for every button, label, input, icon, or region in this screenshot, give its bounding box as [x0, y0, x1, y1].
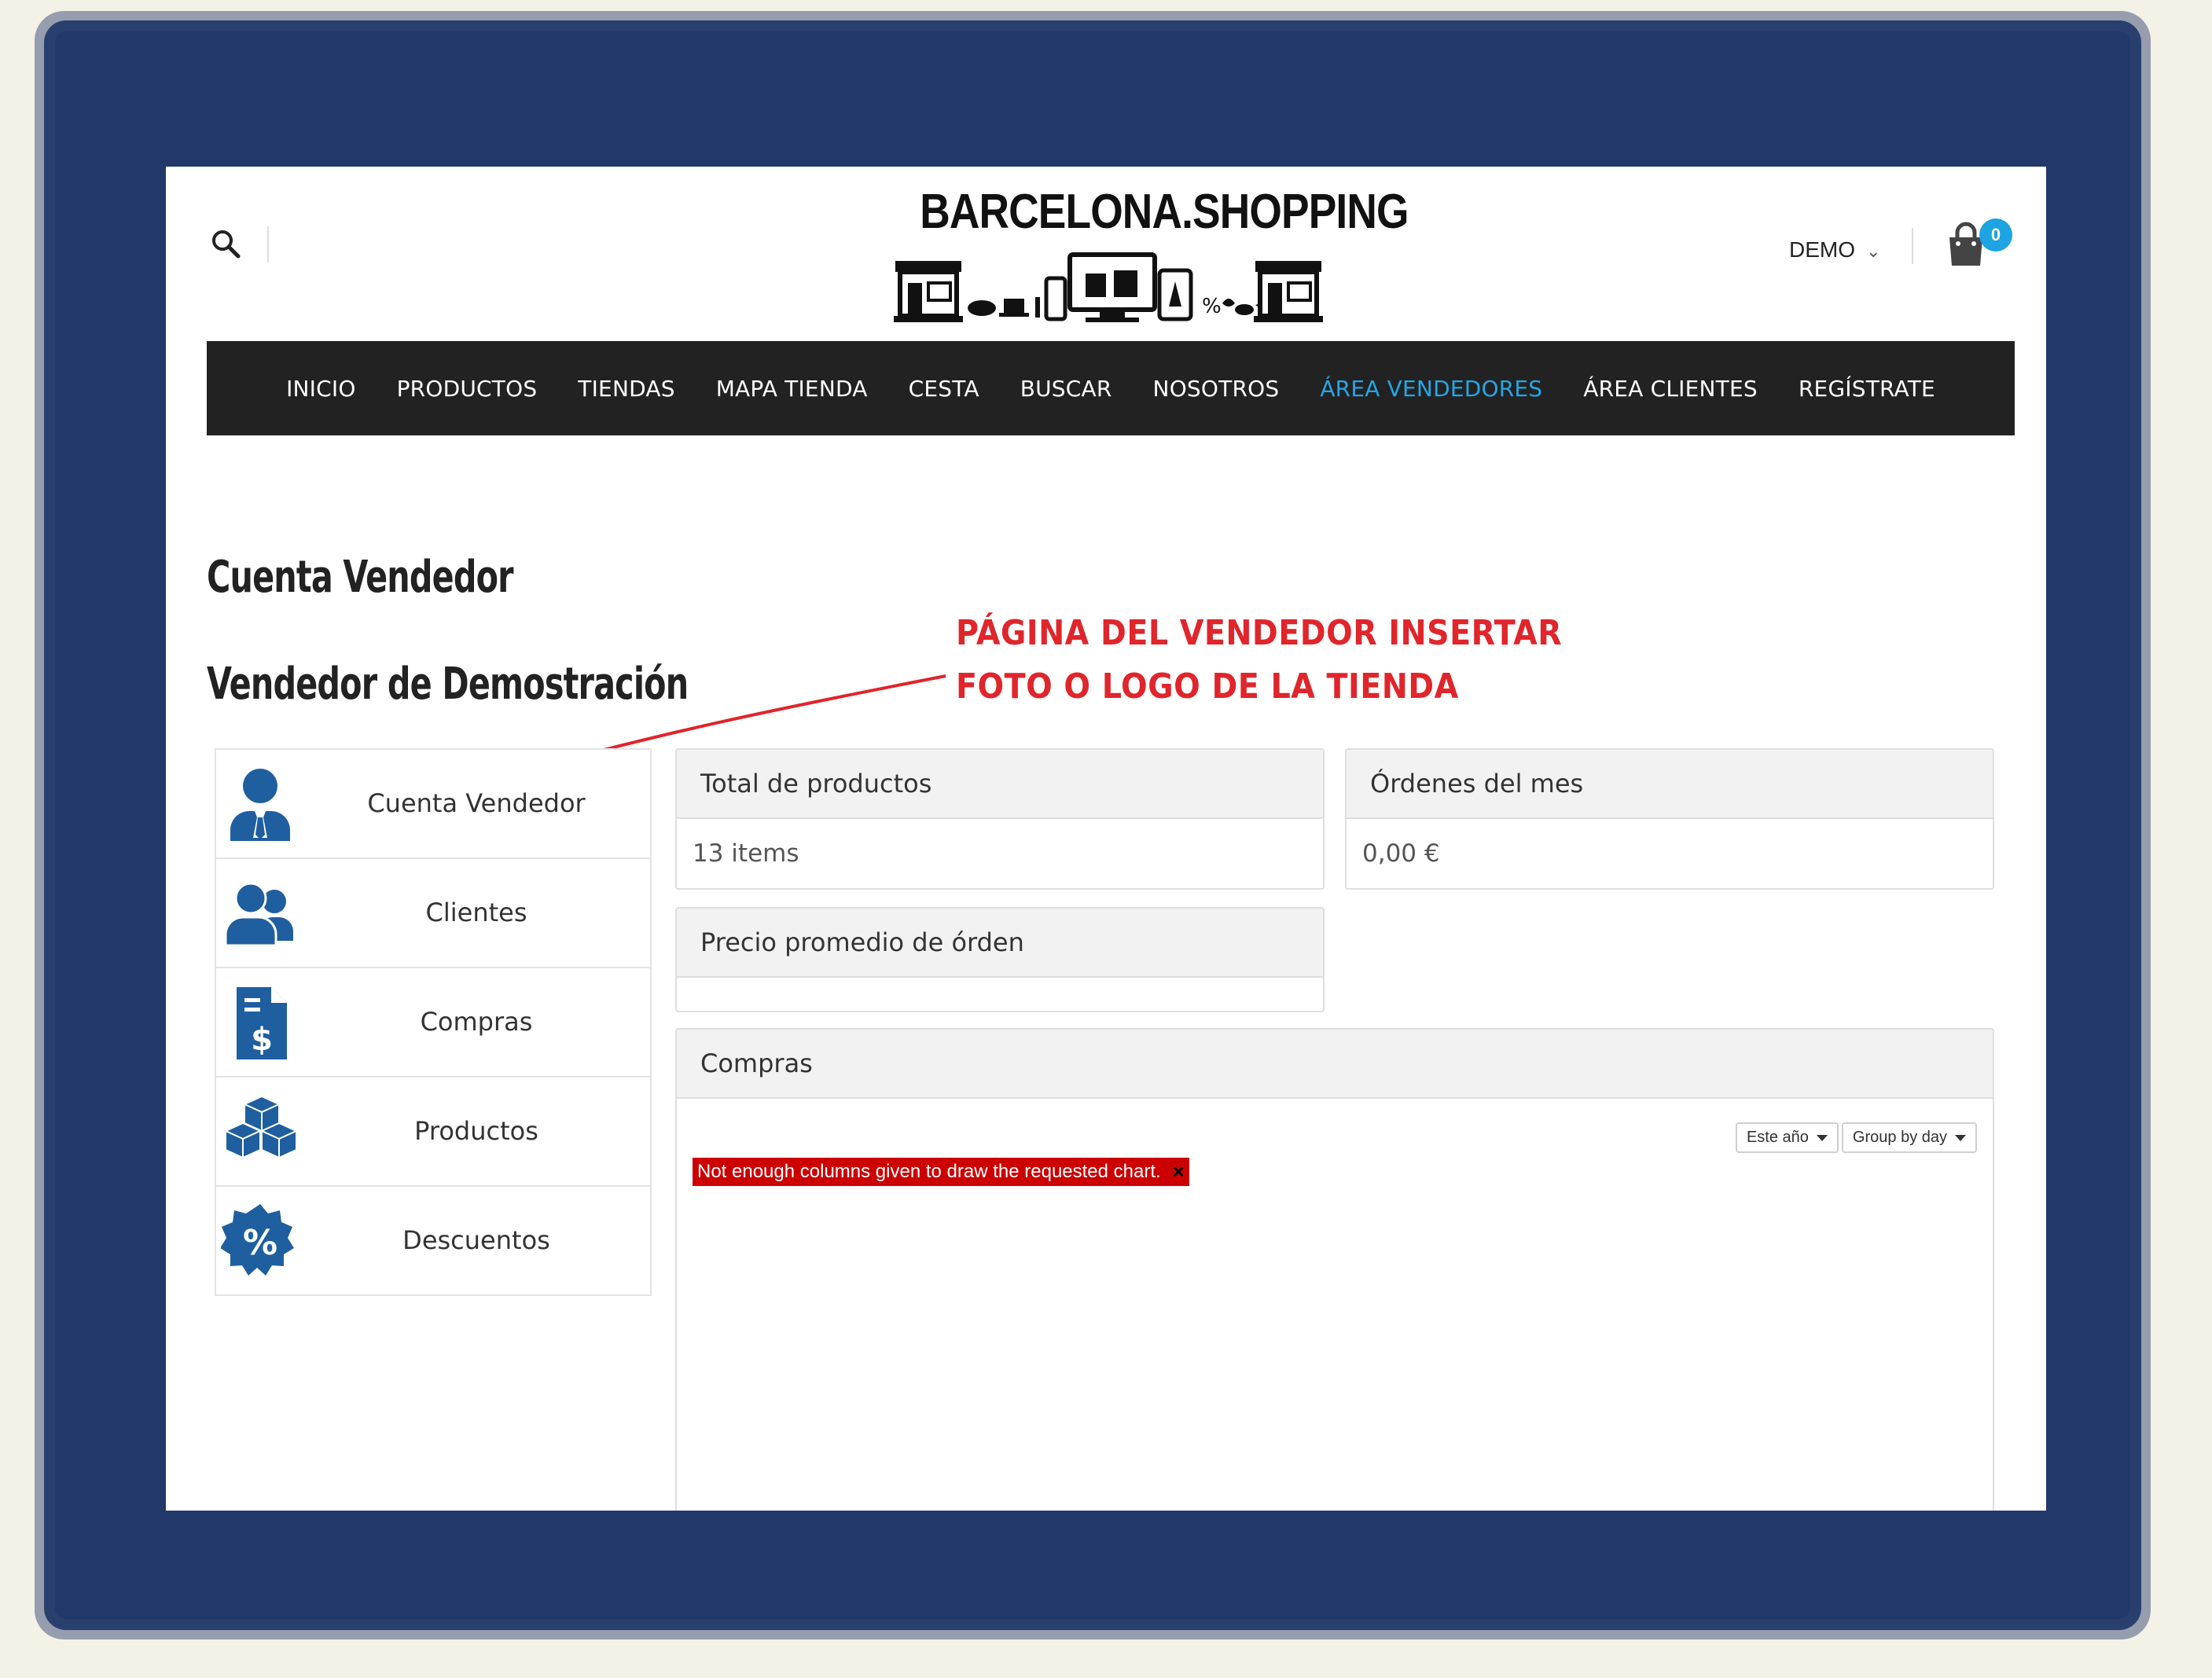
- search-icon[interactable]: [210, 228, 241, 259]
- sidebar-item-compras[interactable]: $ Compras: [216, 968, 650, 1078]
- nav-item-productos[interactable]: PRODUCTOS: [377, 376, 558, 402]
- nav-item-area-clientes[interactable]: ÁREA CLIENTES: [1563, 376, 1778, 402]
- nav-item-buscar[interactable]: BUSCAR: [1000, 376, 1133, 402]
- vendor-sidebar: Cuenta Vendedor Clientes $ Compras Produ…: [215, 748, 652, 1296]
- monthly-orders-panel: Órdenes del mes 0,00 €: [1345, 748, 1994, 890]
- group-by-select[interactable]: Group by day: [1841, 1122, 1977, 1153]
- group-by-select-value: Group by day: [1852, 1129, 1947, 1146]
- sidebar-item-label: Cuenta Vendedor: [367, 788, 586, 818]
- chart-filters: Este año Group by day: [1735, 1122, 1977, 1153]
- panel-title: Total de productos: [677, 750, 1323, 819]
- avg-order-price-panel: Precio promedio de órden: [675, 907, 1325, 1012]
- sidebar-item-label: Clientes: [425, 898, 527, 927]
- caret-down-icon: [1955, 1134, 1966, 1141]
- chevron-down-icon: ⌄: [1866, 241, 1881, 261]
- annotation-note: PÁGINA DEL VENDEDOR INSERTAR FOTO O LOGO…: [956, 607, 1562, 714]
- boxes-icon: [223, 1095, 299, 1159]
- period-select[interactable]: Este año: [1735, 1122, 1839, 1153]
- annotation-line-1: PÁGINA DEL VENDEDOR INSERTAR: [956, 613, 1563, 653]
- site-logo[interactable]: BARCELONA.SHOPPING %: [889, 184, 1409, 324]
- panel-title: Precio promedio de órden: [677, 909, 1323, 978]
- page-title: Cuenta Vendedor: [207, 552, 514, 603]
- nav-item-cesta[interactable]: CESTA: [888, 376, 1000, 402]
- user-menu[interactable]: DEMO ⌄: [1789, 237, 1880, 263]
- chart-error-message: Not enough columns given to draw the req…: [693, 1158, 1190, 1186]
- nav-item-registrate[interactable]: REGÍSTRATE: [1778, 376, 1956, 402]
- discount-badge-icon: %: [221, 1204, 294, 1276]
- period-select-value: Este año: [1746, 1129, 1809, 1146]
- close-icon[interactable]: ✕: [1172, 1160, 1185, 1185]
- main-nav: INICIO PRODUCTOS TIENDAS MAPA TIENDA CES…: [207, 341, 2015, 435]
- invoice-icon: $: [237, 987, 287, 1059]
- sidebar-item-label: Productos: [414, 1116, 538, 1146]
- svg-text:%: %: [243, 1223, 277, 1263]
- purchases-panel: Compras Este año Group by day Not enough…: [675, 1028, 1994, 1511]
- sidebar-item-label: Descuentos: [402, 1225, 550, 1255]
- sidebar-item-clientes[interactable]: Clientes: [216, 859, 650, 968]
- header-divider: [267, 226, 269, 263]
- logo-shop-icons: %: [894, 252, 1323, 322]
- nav-item-mapa-tienda[interactable]: MAPA TIENDA: [696, 376, 888, 402]
- caret-down-icon: [1816, 1134, 1828, 1141]
- header-divider: [1912, 228, 1913, 264]
- customers-icon: [224, 882, 293, 947]
- panel-value: 13 items: [693, 839, 799, 868]
- cart-count-badge: 0: [1979, 218, 2012, 252]
- sidebar-item-descuentos[interactable]: % Descuentos: [216, 1187, 650, 1294]
- nav-item-inicio[interactable]: INICIO: [266, 376, 377, 402]
- vendor-account-icon: [230, 769, 290, 841]
- logo-text: BARCELONA.SHOPPING: [920, 185, 1409, 239]
- sidebar-item-cuenta-vendedor[interactable]: Cuenta Vendedor: [216, 750, 650, 859]
- panel-title: Órdenes del mes: [1347, 750, 1993, 819]
- nav-item-nosotros[interactable]: NOSOTROS: [1133, 376, 1300, 402]
- total-products-panel: Total de productos 13 items: [675, 748, 1325, 890]
- page-subtitle: Vendedor de Demostración: [207, 659, 689, 710]
- user-menu-label: DEMO: [1789, 237, 1855, 262]
- svg-text:%: %: [1202, 295, 1222, 318]
- svg-text:$: $: [251, 1022, 273, 1058]
- browser-page: BARCELONA.SHOPPING % DEMO ⌄ 0 INICIO PRO…: [166, 167, 2046, 1511]
- chart-error-text: Not enough columns given to draw the req…: [697, 1161, 1161, 1182]
- annotation-line-2: FOTO O LOGO DE LA TIENDA: [956, 666, 1459, 707]
- sidebar-item-productos[interactable]: Productos: [216, 1078, 650, 1187]
- sidebar-item-label: Compras: [420, 1007, 533, 1037]
- panel-value: [677, 978, 1323, 1009]
- panel-title: Compras: [677, 1030, 1993, 1099]
- nav-item-tiendas[interactable]: TIENDAS: [557, 376, 695, 402]
- nav-item-area-vendedores[interactable]: ÁREA VENDEDORES: [1299, 376, 1563, 402]
- panel-value: 0,00 €: [1362, 839, 1440, 868]
